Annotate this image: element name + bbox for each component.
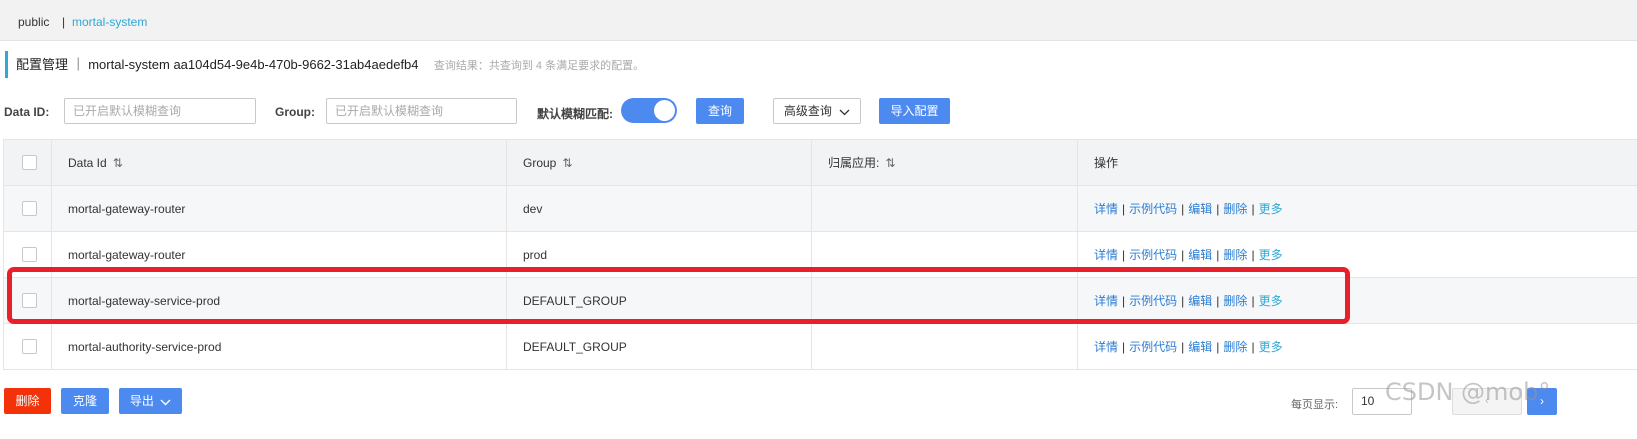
namespace-separator: | (62, 15, 66, 29)
advanced-query-label: 高级查询 (783, 104, 832, 118)
delete-link[interactable]: 删除 (1223, 202, 1247, 216)
column-group[interactable]: Group ⇅ (506, 139, 812, 186)
more-link[interactable]: 更多 (1259, 202, 1283, 216)
advanced-query-button[interactable]: 高级查询 (773, 98, 861, 124)
column-app[interactable]: 归属应用: ⇅ (811, 139, 1078, 186)
toggle-knob (654, 100, 675, 121)
sample-code-link[interactable]: 示例代码 (1129, 202, 1177, 216)
clone-button[interactable]: 克隆 (61, 388, 109, 414)
search-bar: Data ID: Group: 默认模糊匹配: 查询 高级查询 导入配置 (0, 98, 1637, 126)
cell-actions: 详情 | 示例代码 | 编辑 | 删除 | 更多 (1077, 277, 1637, 324)
sample-code-link[interactable]: 示例代码 (1129, 340, 1177, 354)
chevron-right-icon: › (1540, 394, 1544, 408)
row-checkbox[interactable] (22, 339, 37, 355)
import-config-button[interactable]: 导入配置 (879, 98, 950, 124)
namespace-bar: public | mortal-system (0, 0, 1637, 41)
cell-group: prod (506, 231, 812, 278)
group-input[interactable] (326, 98, 517, 124)
page-title-bar: 配置管理 ｜ mortal-system aa104d54-9e4b-470b-… (5, 51, 644, 78)
table-row: mortal-authority-service-prod DEFAULT_GR… (3, 323, 1637, 370)
column-actions: 操作 (1077, 139, 1637, 186)
cell-dataid: mortal-gateway-router (51, 231, 507, 278)
batch-delete-button[interactable]: 删除 (4, 388, 51, 414)
namespace-public[interactable]: public (18, 15, 49, 29)
sort-icon[interactable]: ⇅ (562, 156, 572, 170)
row-checkbox-cell (3, 277, 52, 324)
query-button[interactable]: 查询 (696, 98, 744, 124)
sort-icon[interactable]: ⇅ (885, 156, 895, 170)
cell-actions: 详情 | 示例代码 | 编辑 | 删除 | 更多 (1077, 323, 1637, 370)
row-checkbox[interactable] (22, 247, 37, 263)
footer-bar: 删除 克隆 导出 每页显示: 10 ‹ › (0, 388, 1637, 416)
header-checkbox-cell (3, 139, 52, 186)
row-checkbox[interactable] (22, 201, 37, 217)
next-page-button[interactable]: › (1527, 388, 1557, 415)
detail-link[interactable]: 详情 (1094, 248, 1118, 262)
table-row: mortal-gateway-router prod 详情 | 示例代码 | 编辑 | 删除… (3, 231, 1637, 278)
table-row: mortal-gateway-service-prod DEFAULT_GROU… (3, 277, 1637, 324)
sort-icon[interactable]: ⇅ (113, 156, 123, 170)
sample-code-link[interactable]: 示例代码 (1129, 294, 1177, 308)
cell-actions: 详情 | 示例代码 | 编辑 | 删除 | 更多 (1077, 185, 1637, 232)
dataid-label: Data ID: (4, 105, 50, 119)
fuzzy-match-label: 默认模糊匹配: (537, 107, 613, 121)
chevron-down-icon (160, 389, 171, 415)
delete-link[interactable]: 删除 (1223, 248, 1247, 262)
page-size-value: 10 (1361, 394, 1375, 408)
query-result-text: 查询结果：共查询到 4 条满足要求的配置。 (433, 60, 645, 72)
page-title: 配置管理 ｜ mortal-system aa104d54-9e4b-470b-… (16, 57, 419, 72)
dataid-input[interactable] (64, 98, 256, 124)
more-link[interactable]: 更多 (1259, 294, 1283, 308)
row-checkbox-cell (3, 231, 52, 278)
cell-dataid: mortal-authority-service-prod (51, 323, 507, 370)
cell-group: DEFAULT_GROUP (506, 323, 812, 370)
cell-dataid: mortal-gateway-router (51, 185, 507, 232)
fuzzy-match-toggle[interactable] (621, 98, 677, 123)
cell-group: DEFAULT_GROUP (506, 277, 812, 324)
page-size-label: 每页显示: (1291, 399, 1339, 411)
sample-code-link[interactable]: 示例代码 (1129, 248, 1177, 262)
cell-app (811, 231, 1078, 278)
namespace-mortal-system[interactable]: mortal-system (72, 15, 147, 29)
page-size-select[interactable]: 10 (1352, 388, 1412, 415)
edit-link[interactable]: 编辑 (1188, 248, 1212, 262)
table-header-row: Data Id ⇅ Group ⇅ 归属应用: ⇅ 操作 (3, 139, 1637, 186)
cell-app (811, 323, 1078, 370)
cell-actions: 详情 | 示例代码 | 编辑 | 删除 | 更多 (1077, 231, 1637, 278)
table-row: mortal-gateway-router dev 详情 | 示例代码 | 编辑 | 删除 |… (3, 185, 1637, 232)
group-label: Group: (275, 105, 315, 119)
more-link[interactable]: 更多 (1259, 340, 1283, 354)
chevron-left-icon: ‹ (1485, 395, 1489, 407)
chevron-down-icon (839, 100, 850, 124)
delete-link[interactable]: 删除 (1223, 340, 1247, 354)
more-link[interactable]: 更多 (1259, 248, 1283, 262)
edit-link[interactable]: 编辑 (1188, 294, 1212, 308)
export-button[interactable]: 导出 (119, 388, 182, 414)
row-checkbox-cell (3, 185, 52, 232)
delete-link[interactable]: 删除 (1223, 294, 1247, 308)
prev-page-button[interactable]: ‹ (1452, 388, 1522, 415)
row-checkbox-cell (3, 323, 52, 370)
edit-link[interactable]: 编辑 (1188, 202, 1212, 216)
cell-group: dev (506, 185, 812, 232)
config-table: Data Id ⇅ Group ⇅ 归属应用: ⇅ 操作 mortal-gateway… (3, 139, 1637, 370)
cell-app (811, 277, 1078, 324)
edit-link[interactable]: 编辑 (1188, 340, 1212, 354)
detail-link[interactable]: 详情 (1094, 340, 1118, 354)
cell-app (811, 185, 1078, 232)
cell-dataid: mortal-gateway-service-prod (51, 277, 507, 324)
column-dataid[interactable]: Data Id ⇅ (51, 139, 507, 186)
export-label: 导出 (129, 394, 154, 408)
detail-link[interactable]: 详情 (1094, 202, 1118, 216)
row-checkbox[interactable] (22, 293, 37, 309)
select-all-checkbox[interactable] (22, 155, 37, 171)
detail-link[interactable]: 详情 (1094, 294, 1118, 308)
